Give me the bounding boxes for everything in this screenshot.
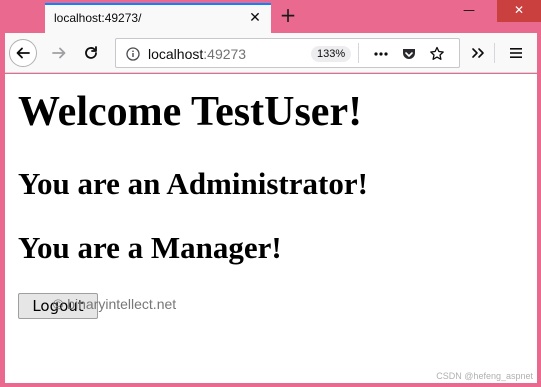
browser-window: localhost:49273/ ✕ + — ☐ ✕ (0, 0, 541, 387)
more-dots-icon[interactable] (372, 45, 390, 63)
close-window-button[interactable]: ✕ (497, 0, 541, 22)
reload-icon (85, 46, 97, 59)
tab-close-icon[interactable]: ✕ (247, 10, 263, 26)
back-arrow-icon (16, 47, 30, 59)
url-bar[interactable]: localhost:49273 133% (115, 38, 460, 68)
forward-arrow-icon (52, 47, 66, 59)
nav-toolbar: localhost:49273 133% (5, 33, 537, 73)
url-host: localhost (148, 46, 204, 62)
forward-button[interactable] (45, 39, 73, 67)
info-icon[interactable] (124, 45, 142, 63)
zoom-badge[interactable]: 133% (311, 46, 352, 62)
url-text[interactable]: localhost:49273 (148, 46, 246, 62)
page-content: Welcome TestUser! You are an Administrat… (5, 74, 537, 383)
tab-strip: localhost:49273/ ✕ + — ☐ ✕ (0, 0, 541, 33)
manager-role-heading: You are a Manager! (18, 230, 282, 265)
urlbar-separator (358, 43, 359, 63)
site-watermark: © binaryintellect.net (53, 296, 177, 312)
tab-localhost[interactable]: localhost:49273/ ✕ (45, 3, 271, 33)
new-tab-button[interactable]: + (277, 4, 299, 28)
back-button[interactable] (9, 39, 37, 67)
url-port: :49273 (203, 46, 247, 62)
overflow-button[interactable] (464, 39, 492, 67)
pocket-icon[interactable] (400, 45, 418, 63)
reload-button[interactable] (77, 39, 105, 67)
toolbar-separator (494, 43, 495, 63)
tab-title: localhost:49273/ (54, 11, 142, 25)
bookmark-star-icon[interactable] (428, 45, 446, 63)
overflow-chevrons-icon (472, 48, 484, 58)
hamburger-menu-icon (510, 48, 522, 58)
admin-role-heading: You are an Administrator! (18, 166, 368, 201)
welcome-heading: Welcome TestUser! (18, 89, 363, 135)
minimize-button[interactable]: — (454, 0, 484, 22)
csdn-watermark: CSDN @hefeng_aspnet (436, 371, 533, 381)
menu-button[interactable] (502, 39, 530, 67)
